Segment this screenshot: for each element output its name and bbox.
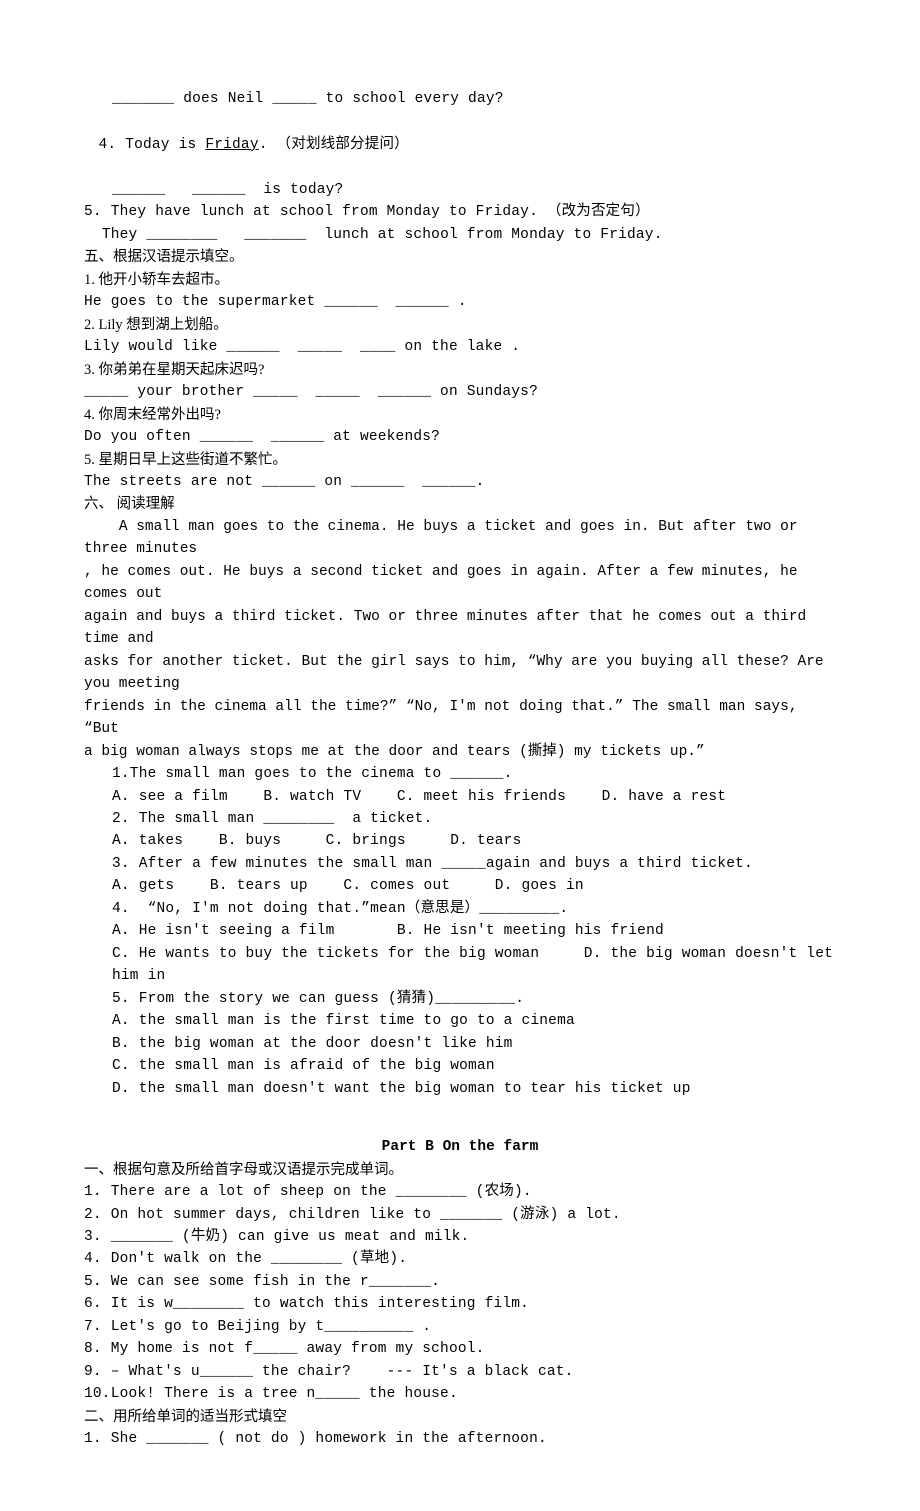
- sec6-passage-5: friends in the cinema all the time?” “No…: [84, 696, 836, 741]
- partb-s1-q3: 3. _______ (牛奶) can give us meat and mil…: [84, 1226, 836, 1248]
- sec6-q3-options: A. gets B. tears up C. comes out D. goes…: [84, 875, 836, 897]
- sec6-passage-4: asks for another ticket. But the girl sa…: [84, 651, 836, 696]
- sec5-q3-en: _____ your brother _____ _____ ______ on…: [84, 381, 836, 403]
- sec6-q4: 4. “No, I'm not doing that.”mean（意思是）___…: [84, 898, 836, 920]
- sec5-q1-en: He goes to the supermarket ______ ______…: [84, 291, 836, 313]
- sec6-q2: 2. The small man ________ a ticket.: [84, 808, 836, 830]
- top-line-2-underline: Friday: [205, 137, 258, 153]
- sec5-title: 五、根据汉语提示填空。: [84, 246, 836, 268]
- sec5-q5-cn: 5. 星期日早上这些街道不繁忙。: [84, 449, 836, 471]
- sec5-q2-en: Lily would like ______ _____ ____ on the…: [84, 336, 836, 358]
- partb-s1-q7: 7. Let's go to Beijing by t__________ .: [84, 1316, 836, 1338]
- document-page: _______ does Neil _____ to school every …: [0, 0, 920, 1511]
- partb-s1-q6: 6. It is w________ to watch this interes…: [84, 1293, 836, 1315]
- sec5-q1-cn: 1. 他开小轿车去超市。: [84, 269, 836, 291]
- sec6-q5-option-c: C. the small man is afraid of the big wo…: [84, 1055, 836, 1077]
- sec5-q4-cn: 4. 你周末经常外出吗?: [84, 404, 836, 426]
- sec6-q5-option-d: D. the small man doesn't want the big wo…: [84, 1078, 836, 1100]
- sec6-q3: 3. After a few minutes the small man ___…: [84, 853, 836, 875]
- top-line-3: ______ ______ is today?: [84, 179, 836, 201]
- sec5-q2-cn: 2. Lily 想到湖上划船。: [84, 314, 836, 336]
- spacer: [84, 1100, 836, 1118]
- partb-s1-q2: 2. On hot summer days, children like to …: [84, 1204, 836, 1226]
- top-line-2b: . （对划线部分提问）: [259, 137, 409, 153]
- sec6-passage-6: a big woman always stops me at the door …: [84, 741, 836, 763]
- partb-s1-q10: 10.Look! There is a tree n_____ the hous…: [84, 1383, 836, 1405]
- sec6-q2-options: A. takes B. buys C. brings D. tears: [84, 830, 836, 852]
- sec6-passage-2: , he comes out. He buys a second ticket …: [84, 561, 836, 606]
- partb-s2-q1: 1. She _______ ( not do ) homework in th…: [84, 1428, 836, 1450]
- sec6-q4-option-a: A. He isn't seeing a film B. He isn't me…: [84, 920, 836, 942]
- top-line-5: They ________ _______ lunch at school fr…: [84, 224, 836, 246]
- partb-title: Part B On the farm: [84, 1136, 836, 1158]
- sec6-passage-3: again and buys a third ticket. Two or th…: [84, 606, 836, 651]
- sec6-q4-option-c: C. He wants to buy the tickets for the b…: [84, 943, 836, 988]
- top-line-1: _______ does Neil _____ to school every …: [84, 88, 836, 110]
- sec6-q5-option-b: B. the big woman at the door doesn't lik…: [84, 1033, 836, 1055]
- sec6-q5-option-a: A. the small man is the first time to go…: [84, 1010, 836, 1032]
- partb-s1-q4: 4. Don't walk on the ________ (草地).: [84, 1248, 836, 1270]
- partb-s1-q9: 9. – What's u______ the chair? --- It's …: [84, 1361, 836, 1383]
- partb-sec1-title: 一、根据句意及所给首字母或汉语提示完成单词。: [84, 1159, 836, 1181]
- sec5-q3-cn: 3. 你弟弟在星期天起床迟吗?: [84, 359, 836, 381]
- partb-s1-q1: 1. There are a lot of sheep on the _____…: [84, 1181, 836, 1203]
- partb-s1-q8: 8. My home is not f_____ away from my sc…: [84, 1338, 836, 1360]
- top-line-4: 5. They have lunch at school from Monday…: [84, 201, 836, 223]
- sec5-q4-en: Do you often ______ ______ at weekends?: [84, 426, 836, 448]
- sec5-q5-en: The streets are not ______ on ______ ___…: [84, 471, 836, 493]
- sec6-title: 六、 阅读理解: [84, 493, 836, 515]
- partb-s1-q5: 5. We can see some fish in the r_______.: [84, 1271, 836, 1293]
- sec6-passage-1: A small man goes to the cinema. He buys …: [84, 516, 836, 561]
- sec6-q5: 5. From the story we can guess (猜猜)_____…: [84, 988, 836, 1010]
- top-line-2a: 4. Today is: [99, 137, 206, 153]
- sec6-q1-options: A. see a film B. watch TV C. meet his fr…: [84, 786, 836, 808]
- sec6-q1: 1.The small man goes to the cinema to __…: [84, 763, 836, 785]
- top-line-2: 4. Today is Friday. （对划线部分提问）: [84, 110, 836, 178]
- partb-sec2-title: 二、用所给单词的适当形式填空: [84, 1406, 836, 1428]
